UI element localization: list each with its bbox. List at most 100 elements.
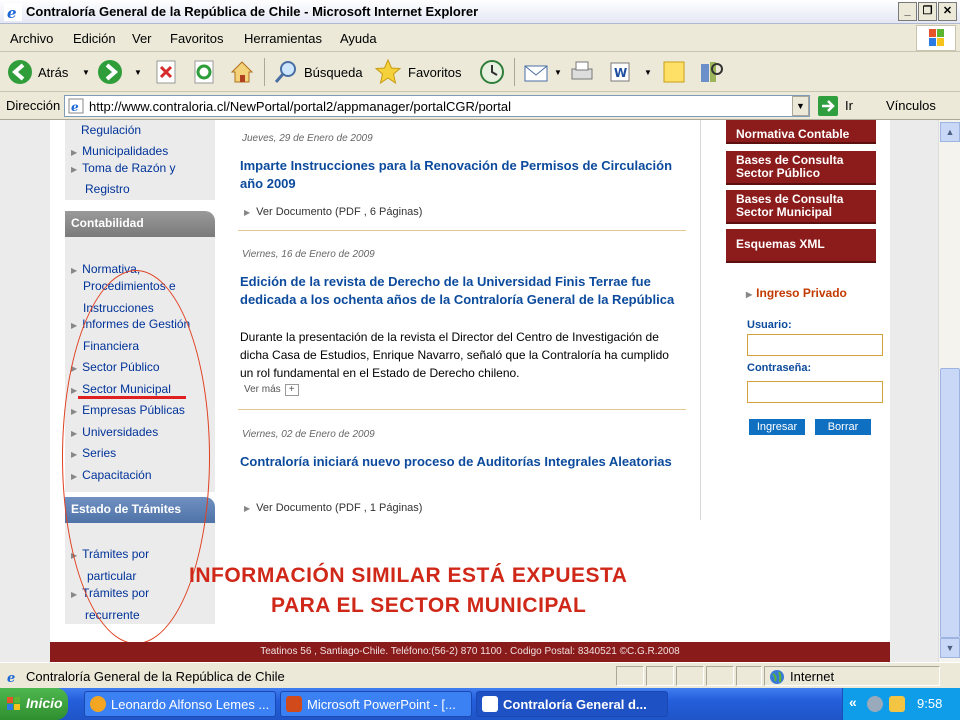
news-date: Jueves, 29 de Enero de 2009	[242, 133, 373, 144]
address-url[interactable]: http://www.contraloria.cl/NewPortal/port…	[89, 99, 511, 114]
word-edit-icon[interactable]: W	[606, 58, 634, 86]
print-icon[interactable]	[568, 58, 596, 86]
svg-text:e: e	[7, 671, 15, 684]
refresh-icon[interactable]	[190, 58, 218, 86]
maximize-button[interactable]: ❐	[918, 2, 937, 21]
go-arrow-icon[interactable]	[818, 96, 838, 116]
news-title-link[interactable]: Edición de la revista de Derecho de la U…	[240, 273, 680, 309]
annotation-text-line1: INFORMACIÓN SIMILAR ESTÁ EXPUESTA	[189, 564, 628, 587]
svg-text:e: e	[7, 4, 17, 21]
address-input[interactable]: e http://www.contraloria.cl/NewPortal/po…	[64, 95, 810, 117]
password-input[interactable]	[747, 381, 883, 403]
doc-link-label: Ver Documento	[256, 502, 332, 514]
news-date: Viernes, 02 de Enero de 2009	[242, 429, 375, 440]
forward-dropdown-icon[interactable]: ▼	[134, 68, 142, 77]
status-cell	[706, 666, 734, 686]
ie-icon: e	[4, 3, 22, 21]
page-status-icon: e	[7, 671, 15, 684]
scroll-down-icon[interactable]: ▼	[940, 638, 960, 658]
back-button-label[interactable]: Atrás	[38, 65, 68, 80]
menu-herramientas[interactable]: Herramientas	[244, 31, 322, 46]
status-cell	[676, 666, 704, 686]
bullet-icon: ▶	[71, 148, 78, 157]
menu-archivo[interactable]: Archivo	[10, 31, 53, 46]
research-icon[interactable]	[698, 58, 726, 86]
mail-icon[interactable]	[522, 58, 550, 86]
nav-item-label: Toma de Razón y	[82, 161, 176, 175]
back-dropdown-icon[interactable]: ▼	[82, 68, 90, 77]
task-button-messenger[interactable]: Leonardo Alfonso Lemes ...	[84, 691, 276, 717]
doc-meta: (PDF , 6 Páginas)	[335, 206, 423, 218]
window-title: Contraloría General de la República de C…	[26, 4, 479, 19]
task-button-powerpoint[interactable]: Microsoft PowerPoint - [...	[280, 691, 472, 717]
favorites-star-icon[interactable]	[374, 58, 402, 86]
bullet-icon: ▶	[71, 165, 78, 174]
page-ie-icon: e	[68, 98, 84, 114]
task-button-internet-explorer[interactable]: Contraloría General d...	[476, 691, 668, 717]
nav-item-registro[interactable]: Registro	[85, 182, 130, 196]
system-tray: « 9:58	[842, 688, 960, 720]
search-button-label[interactable]: Búsqueda	[304, 65, 363, 80]
nav-box-top: Regulación ▶ Municipalidades ▶ Toma de Raz…	[65, 120, 215, 200]
login-submit-button[interactable]: Ingresar	[749, 419, 805, 435]
mail-dropdown-icon[interactable]: ▼	[554, 68, 562, 77]
menu-favoritos[interactable]: Favoritos	[170, 31, 223, 46]
svg-text:W: W	[614, 66, 627, 80]
windows-logo-icon	[916, 25, 956, 51]
close-button[interactable]: ✕	[938, 2, 957, 21]
back-arrow-icon[interactable]	[6, 58, 34, 86]
bullet-icon: ▶	[71, 266, 78, 275]
history-icon[interactable]	[478, 58, 506, 86]
powerpoint-icon	[286, 696, 302, 712]
edit-dropdown-icon[interactable]: ▼	[644, 68, 652, 77]
task-label: Leonardo Alfonso Lemes ...	[111, 697, 270, 712]
discuss-note-icon[interactable]	[660, 58, 688, 86]
toolbar-separator	[514, 58, 515, 86]
favorites-button-label[interactable]: Favoritos	[408, 65, 461, 80]
username-label: Usuario:	[747, 319, 792, 331]
forward-arrow-icon[interactable]	[96, 58, 124, 86]
menu-ver[interactable]: Ver	[132, 31, 152, 46]
task-label: Microsoft PowerPoint - [...	[307, 697, 456, 712]
minimize-button[interactable]: _	[898, 2, 917, 21]
status-bar: e Contraloría General de la República de…	[0, 662, 960, 688]
security-tray-icon[interactable]	[889, 696, 905, 712]
scroll-up-icon[interactable]: ▲	[940, 122, 960, 142]
home-icon[interactable]	[228, 58, 256, 86]
see-more-link[interactable]: Ver más +	[244, 384, 299, 396]
button-label: Esquemas XML	[736, 237, 825, 251]
nav-section-contabilidad: Contabilidad	[65, 211, 215, 237]
go-button-label[interactable]: Ir	[845, 98, 853, 113]
scrollbar-thumb[interactable]	[940, 368, 960, 638]
esquemas-xml-button[interactable]: Esquemas XML	[726, 229, 876, 263]
news-title-link[interactable]: Imparte Instrucciones para la Renovación…	[240, 157, 680, 193]
nav-item-municipalidades[interactable]: ▶ Municipalidades	[71, 144, 168, 158]
tray-expand-icon[interactable]: «	[849, 694, 857, 710]
menu-bar: Archivo Edición Ver Favoritos Herramient…	[0, 24, 960, 52]
nav-item-regulacion[interactable]: Regulación	[81, 123, 141, 137]
address-dropdown-icon[interactable]: ▼	[792, 96, 809, 116]
news-document-link[interactable]: ▶ Ver Documento (PDF , 1 Páginas)	[244, 502, 422, 514]
start-button[interactable]: Inicio	[0, 688, 68, 720]
news-document-link[interactable]: ▶ Ver Documento (PDF , 6 Páginas)	[244, 206, 422, 218]
nav-item-toma-de-razon[interactable]: ▶ Toma de Razón y	[71, 161, 176, 175]
title-bar: e Contraloría General de la República de…	[0, 0, 960, 24]
normativa-contable-db-button[interactable]: Normativa Contable	[726, 120, 876, 144]
links-button[interactable]: Vínculos	[886, 98, 936, 113]
stop-icon[interactable]	[152, 58, 180, 86]
username-input[interactable]	[747, 334, 883, 356]
login-clear-button[interactable]: Borrar	[815, 419, 871, 435]
news-title-link[interactable]: Contraloría iniciará nuevo proceso de Au…	[240, 453, 680, 471]
bases-sector-municipal-button[interactable]: Bases de Consulta Sector Municipal	[726, 190, 876, 224]
bases-sector-publico-button[interactable]: Bases de Consulta Sector Público	[726, 151, 876, 185]
search-icon[interactable]	[272, 58, 300, 86]
menu-ayuda[interactable]: Ayuda	[340, 31, 377, 46]
plus-icon[interactable]: +	[284, 384, 299, 396]
toolbar-separator	[264, 58, 265, 86]
messenger-icon	[90, 696, 106, 712]
menu-edicion[interactable]: Edición	[73, 31, 116, 46]
vertical-scrollbar[interactable]: ▲ ▼	[938, 120, 960, 662]
network-tray-icon[interactable]	[867, 696, 883, 712]
see-more-label: Ver más	[244, 384, 281, 395]
private-login-heading: ▶ Ingreso Privado	[746, 286, 847, 300]
